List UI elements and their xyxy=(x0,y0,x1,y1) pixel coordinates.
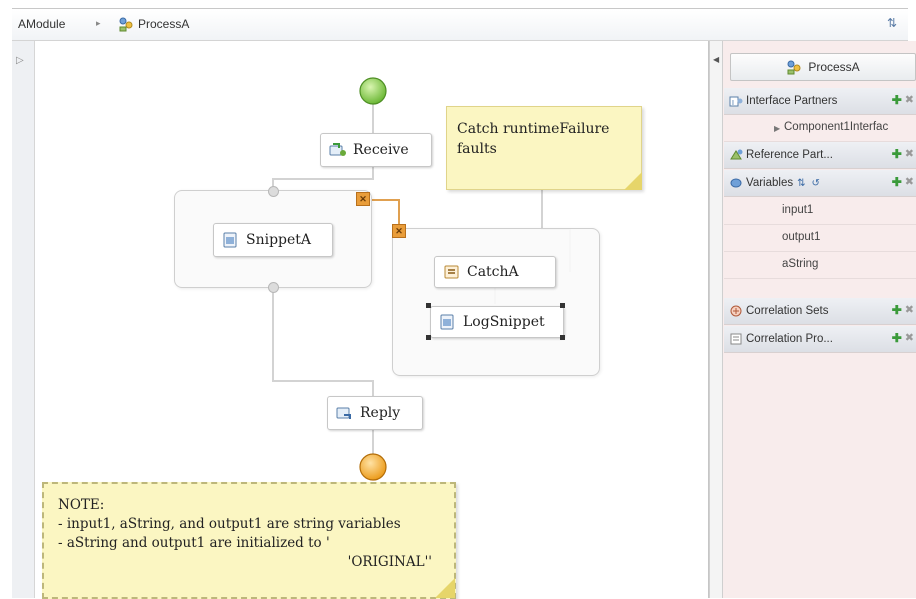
variable-item-label: input1 xyxy=(782,204,814,216)
receive-icon xyxy=(329,143,346,156)
sort-variables-icon[interactable]: ⇅ xyxy=(797,178,805,189)
receive-activity[interactable]: Receive xyxy=(320,133,432,167)
add-correlation-property-icon[interactable]: ✚ xyxy=(892,331,902,345)
selection-handle-tr[interactable] xyxy=(560,303,565,308)
interface-partner-item-label: Component1Interfac xyxy=(784,121,889,133)
correlation-properties-header[interactable]: Correlation Pro... ✚ ✖ xyxy=(724,326,916,353)
add-correlation-set-icon[interactable]: ✚ xyxy=(892,303,902,317)
correlation-sets-header[interactable]: Correlation Sets ✚ ✖ xyxy=(724,298,916,325)
catch-note-line-1: Catch runtimeFailure xyxy=(457,121,610,137)
collapse-tray-icon[interactable]: ◀ xyxy=(713,55,719,64)
variable-link-icon[interactable]: ↺ xyxy=(811,178,819,189)
end-event-icon[interactable] xyxy=(358,452,388,482)
snippet-a-activity[interactable]: SnippetA xyxy=(213,223,333,257)
correlation-sets-label: Correlation Sets xyxy=(746,305,829,317)
variables-icon xyxy=(730,178,742,188)
reference-partners-header[interactable]: Reference Part... ✚ ✖ xyxy=(724,142,916,169)
delete-correlation-property-icon[interactable]: ✖ xyxy=(905,331,914,345)
snippet-a-label: SnippetA xyxy=(246,232,312,248)
expand-palette-icon[interactable]: ▷ xyxy=(16,55,26,69)
variable-item-astring[interactable]: aString xyxy=(724,252,916,279)
catch-icon xyxy=(444,265,459,279)
selection-handle-bl[interactable] xyxy=(426,335,431,340)
variable-item-label: output1 xyxy=(782,231,821,243)
fault-handler-scope[interactable] xyxy=(392,228,600,376)
bottom-note-line-4: 'ORIGINAL'' xyxy=(347,554,432,570)
fault-link-vertical xyxy=(398,199,400,227)
add-reference-partner-icon[interactable]: ✚ xyxy=(892,147,902,161)
correlation-sets-icon xyxy=(730,305,742,317)
interface-partners-label: Interface Partners xyxy=(746,95,838,107)
receive-label: Receive xyxy=(353,142,409,158)
reply-icon xyxy=(336,407,351,419)
catch-a-activity[interactable]: CatchA xyxy=(434,256,556,288)
breadcrumb-module[interactable]: AModule xyxy=(18,17,65,31)
connector-branch-top xyxy=(272,178,374,180)
connector-scope-down xyxy=(272,290,274,380)
layout-toggle-icon[interactable]: ⇅ xyxy=(884,16,900,32)
breadcrumb-separator-icon: ▸ xyxy=(96,18,101,28)
tray-process-title: ProcessA xyxy=(808,60,860,74)
scope-top-connector xyxy=(268,186,279,197)
delete-correlation-set-icon[interactable]: ✖ xyxy=(905,303,914,317)
log-snippet-icon xyxy=(440,314,454,330)
breadcrumb: AModule ▸ ProcessA ⇅ xyxy=(12,10,908,41)
catch-a-label: CatchA xyxy=(467,264,519,280)
reference-partners-label: Reference Part... xyxy=(746,149,833,161)
start-event-icon[interactable] xyxy=(358,76,388,106)
reply-label: Reply xyxy=(360,405,401,421)
variables-note[interactable]: NOTE: - input1, aString, and output1 are… xyxy=(42,482,456,599)
catch-fault-note[interactable]: Catch runtimeFailure faults xyxy=(446,106,642,190)
connector-reply-end xyxy=(372,430,374,454)
interface-partner-item[interactable]: ▶ Component1Interfac xyxy=(724,115,916,142)
reference-partners-icon xyxy=(730,149,743,160)
note-fold-corner xyxy=(624,172,642,190)
catch-note-line-2: faults xyxy=(457,141,497,157)
bottom-note-line-2: - input1, aString, and output1 are strin… xyxy=(58,516,401,532)
log-snippet-activity[interactable]: LogSnippet xyxy=(430,306,564,338)
process-icon xyxy=(119,17,133,32)
connector-start-receive xyxy=(372,104,374,134)
scope-bottom-connector xyxy=(268,282,279,293)
fault-handler-icon[interactable]: ✕ xyxy=(356,192,370,206)
note-fold-corner xyxy=(435,578,455,598)
tray-splitter[interactable] xyxy=(709,41,723,598)
correlation-properties-label: Correlation Pro... xyxy=(746,333,833,345)
variable-item-input1[interactable]: input1 xyxy=(724,198,916,225)
variables-header[interactable]: Variables ⇅ ↺ ✚ ✖ xyxy=(724,170,916,197)
interface-partners-header[interactable]: I Interface Partners ✚ ✖ xyxy=(724,88,916,115)
fault-handler-marker-icon[interactable]: ✕ xyxy=(392,224,406,238)
expand-arrow-icon[interactable]: ▶ xyxy=(774,124,780,133)
selection-handle-tl[interactable] xyxy=(426,303,431,308)
bottom-note-line-3: - aString and output1 are initialized to… xyxy=(58,535,330,551)
connector-join xyxy=(272,380,374,382)
correlation-properties-icon xyxy=(730,333,742,345)
variables-label: Variables xyxy=(746,177,794,189)
svg-text:I: I xyxy=(732,100,734,107)
palette-gutter[interactable] xyxy=(12,41,35,598)
variable-item-output1[interactable]: output1 xyxy=(724,225,916,252)
interface-partners-icon: I xyxy=(729,96,743,107)
process-icon xyxy=(787,60,801,75)
selection-handle-br[interactable] xyxy=(560,335,565,340)
connector-to-reply xyxy=(372,380,374,396)
variable-item-label: aString xyxy=(782,258,819,270)
delete-reference-partner-icon[interactable]: ✖ xyxy=(905,147,914,161)
bottom-note-line-1: NOTE: xyxy=(58,497,105,513)
note-anchor-line xyxy=(541,186,543,230)
snippet-icon xyxy=(223,232,237,248)
delete-variable-icon[interactable]: ✖ xyxy=(905,175,914,189)
breadcrumb-process[interactable]: ProcessA xyxy=(138,17,189,31)
tray-process-button[interactable]: ProcessA xyxy=(730,53,916,81)
delete-interface-partner-icon[interactable]: ✖ xyxy=(905,93,914,107)
reply-activity[interactable]: Reply xyxy=(327,396,423,430)
add-interface-partner-icon[interactable]: ✚ xyxy=(892,93,902,107)
log-snippet-label: LogSnippet xyxy=(463,314,545,330)
frame-top-line xyxy=(12,8,908,9)
add-variable-icon[interactable]: ✚ xyxy=(892,175,902,189)
